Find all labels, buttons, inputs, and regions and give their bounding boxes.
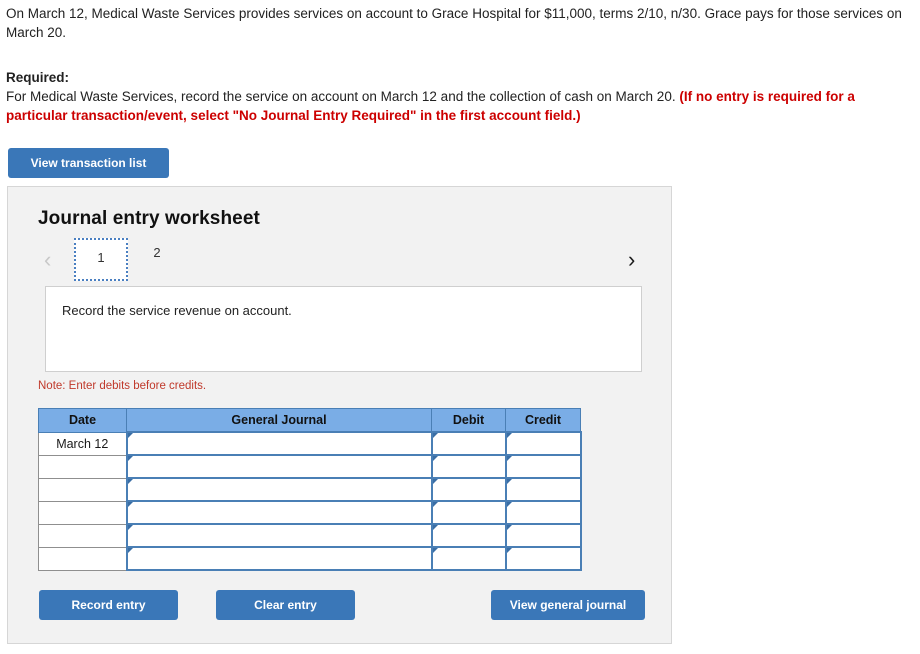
- worksheet-title: Journal entry worksheet: [38, 208, 260, 229]
- dropdown-marker-icon: [432, 456, 438, 461]
- column-header-date: Date: [38, 408, 127, 433]
- account-cell[interactable]: [125, 500, 433, 525]
- dropdown-marker-icon: [127, 433, 133, 438]
- account-cell[interactable]: [125, 431, 433, 456]
- dropdown-marker-icon: [432, 548, 438, 553]
- dropdown-marker-icon: [127, 502, 133, 507]
- debit-cell[interactable]: [430, 477, 507, 502]
- worksheet-pager: ‹ 1 2 ›: [8, 235, 673, 287]
- table-header-row: Date General Journal Debit Credit: [38, 408, 581, 433]
- table-row: March 12: [38, 431, 582, 456]
- credit-cell[interactable]: [504, 546, 582, 571]
- column-header-general-journal: General Journal: [126, 408, 432, 433]
- dropdown-marker-icon: [432, 502, 438, 507]
- date-cell[interactable]: [38, 547, 127, 571]
- credit-cell[interactable]: [504, 500, 582, 525]
- table-row: [38, 546, 582, 571]
- date-cell[interactable]: [38, 501, 127, 525]
- chevron-left-icon[interactable]: ‹: [44, 249, 51, 271]
- chevron-right-icon[interactable]: ›: [628, 249, 635, 271]
- problem-statement: On March 12, Medical Waste Services prov…: [6, 6, 902, 40]
- record-entry-button[interactable]: Record entry: [39, 590, 178, 620]
- date-cell[interactable]: [38, 455, 127, 479]
- required-label: Required:: [6, 70, 70, 85]
- date-cell[interactable]: [38, 524, 127, 548]
- required-text: For Medical Waste Services, record the s…: [6, 89, 680, 104]
- view-transaction-list-button[interactable]: View transaction list: [8, 148, 169, 178]
- debits-before-credits-note: Note: Enter debits before credits.: [38, 380, 207, 392]
- dropdown-marker-icon: [432, 433, 438, 438]
- table-row: [38, 477, 582, 502]
- credit-cell[interactable]: [504, 523, 582, 548]
- clear-entry-button[interactable]: Clear entry: [216, 590, 355, 620]
- dropdown-marker-icon: [506, 456, 512, 461]
- dropdown-marker-icon: [432, 525, 438, 530]
- table-row: [38, 454, 582, 479]
- table-row: [38, 523, 582, 548]
- worksheet-tab-1[interactable]: 1: [74, 238, 128, 281]
- dropdown-marker-icon: [506, 479, 512, 484]
- required-block: Required: For Medical Waste Services, re…: [6, 68, 914, 125]
- account-cell[interactable]: [125, 477, 433, 502]
- table-row: [38, 500, 582, 525]
- view-general-journal-button[interactable]: View general journal: [491, 590, 645, 620]
- dropdown-marker-icon: [127, 456, 133, 461]
- journal-entry-table: Date General Journal Debit Credit March …: [38, 408, 582, 571]
- account-cell[interactable]: [125, 546, 433, 571]
- debit-cell[interactable]: [430, 546, 507, 571]
- dropdown-marker-icon: [127, 548, 133, 553]
- dropdown-marker-icon: [127, 479, 133, 484]
- column-header-credit: Credit: [505, 408, 581, 433]
- dropdown-marker-icon: [506, 525, 512, 530]
- date-cell[interactable]: [38, 478, 127, 502]
- journal-entry-worksheet-panel: Journal entry worksheet ‹ 1 2 › Record t…: [7, 186, 672, 644]
- dropdown-marker-icon: [506, 502, 512, 507]
- column-header-debit: Debit: [431, 408, 506, 433]
- account-cell[interactable]: [125, 454, 433, 479]
- dropdown-marker-icon: [506, 548, 512, 553]
- account-cell[interactable]: [125, 523, 433, 548]
- worksheet-tab-2[interactable]: 2: [140, 238, 174, 268]
- dropdown-marker-icon: [127, 525, 133, 530]
- debit-cell[interactable]: [430, 523, 507, 548]
- date-cell[interactable]: March 12: [38, 431, 127, 456]
- entry-description-box: Record the service revenue on account.: [45, 286, 642, 372]
- credit-cell[interactable]: [504, 477, 582, 502]
- credit-cell[interactable]: [504, 454, 582, 479]
- credit-cell[interactable]: [504, 431, 582, 456]
- dropdown-marker-icon: [506, 433, 512, 438]
- debit-cell[interactable]: [430, 500, 507, 525]
- debit-cell[interactable]: [430, 454, 507, 479]
- dropdown-marker-icon: [432, 479, 438, 484]
- debit-cell[interactable]: [430, 431, 507, 456]
